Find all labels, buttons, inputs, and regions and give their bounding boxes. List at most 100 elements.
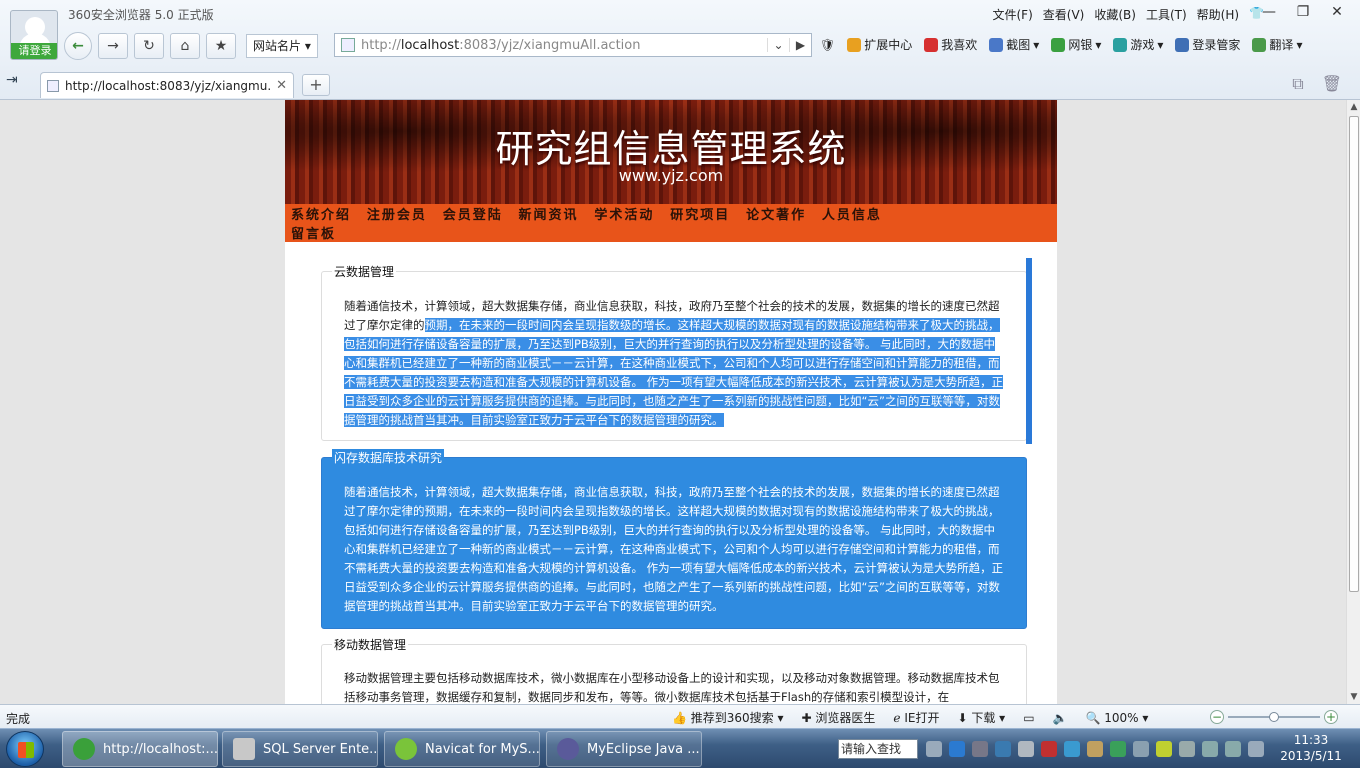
start-button[interactable] <box>6 731 44 767</box>
scroll-down-icon[interactable]: ▼ <box>1347 690 1360 704</box>
zoom-out-icon[interactable]: − <box>1210 710 1224 724</box>
extension-icon <box>847 37 862 52</box>
tab-row: ⇥ http://localhost:8083/yjz/xiangmu... ✕… <box>0 68 1360 98</box>
nav-link-news[interactable]: 新闻资讯 <box>519 208 579 223</box>
shield-icon[interactable]: 🛡 <box>820 38 835 52</box>
scroll-up-icon[interactable]: ▲ <box>1347 100 1360 114</box>
site-title: 研究组信息管理系统 <box>495 127 847 171</box>
site-card-dropdown[interactable]: 网站名片 ▾ <box>246 34 318 58</box>
task-navicat[interactable]: Navicat for MyS... <box>384 731 540 767</box>
url-path: :8083/yjz/xiangmuAll.action <box>459 37 641 53</box>
navigation-row: ← → ↻ ⌂ ★ 网站名片 ▾ <box>64 32 318 60</box>
navicat-app-icon <box>395 738 417 760</box>
mouse-icon[interactable] <box>1018 741 1034 757</box>
tab-active[interactable]: http://localhost:8083/yjz/xiangmu... ✕ <box>40 72 294 98</box>
task-sqlserver[interactable]: SQL Server Ente... <box>222 731 378 767</box>
nav-link-people[interactable]: 人员信息 <box>822 208 882 223</box>
search-icon[interactable] <box>995 741 1011 757</box>
site-card-label: 网站名片 <box>253 39 302 53</box>
task-myeclipse[interactable]: MyEclipse Java ... <box>546 731 702 767</box>
favorites-button[interactable]: ★ <box>206 33 236 59</box>
scroll-thumb[interactable] <box>1349 116 1359 592</box>
toolbar-bank[interactable]: 网银 ▾ <box>1051 36 1101 53</box>
zoom-slider[interactable]: − + <box>1210 710 1338 724</box>
open-in-ie[interactable]: ℯ IE打开 <box>893 709 939 726</box>
nav-link-register[interactable]: 注册会员 <box>367 208 427 223</box>
login-button[interactable]: 请登录 <box>11 43 57 59</box>
url-host: localhost <box>400 37 460 53</box>
translate-icon <box>1252 37 1267 52</box>
home-button[interactable]: ⌂ <box>170 33 200 59</box>
screen-icon[interactable]: ▭ <box>1023 711 1034 725</box>
menu-tools[interactable]: 工具(T) <box>1146 6 1187 23</box>
go-icon[interactable]: ▶ <box>789 38 811 52</box>
trash-icon[interactable]: 🗑 <box>1322 74 1342 94</box>
globe-icon[interactable] <box>1064 741 1080 757</box>
menu-favorites[interactable]: 收藏(B) <box>1094 6 1136 23</box>
myeclipse-app-icon <box>557 738 579 760</box>
nav-link-papers[interactable]: 论文著作 <box>746 208 806 223</box>
toolbar-translate[interactable]: 翻译 ▾ <box>1252 36 1302 53</box>
device-icon[interactable] <box>1179 741 1195 757</box>
refresh-button[interactable]: ↻ <box>134 33 164 59</box>
user-icon[interactable] <box>1087 741 1103 757</box>
zoom-level[interactable]: 🔍 100% ▾ <box>1085 711 1148 725</box>
site-url: www.yjz.com <box>618 166 724 185</box>
menu-file[interactable]: 文件(F) <box>992 6 1032 23</box>
back-button[interactable]: ← <box>64 32 92 60</box>
user-avatar[interactable]: 请登录 <box>10 10 58 60</box>
menu-help[interactable]: 帮助(H) <box>1197 6 1239 23</box>
browser-doctor[interactable]: ✚ 浏览器医生 <box>802 709 876 726</box>
nav-link-login[interactable]: 会员登陆 <box>443 208 503 223</box>
toolbar-games[interactable]: 游戏 ▾ <box>1113 36 1163 53</box>
status-item-label: 浏览器医生 <box>815 711 876 725</box>
address-bar[interactable]: http://localhost:8083/yjz/xiangmuAll.act… <box>334 33 812 57</box>
restore-icon[interactable]: ❐ <box>1290 2 1316 22</box>
nav-link-academic[interactable]: 学术活动 <box>594 208 654 223</box>
heart-icon <box>924 37 939 52</box>
toolbar-label: 游戏 <box>1130 38 1155 52</box>
keyboard-icon[interactable] <box>926 741 942 757</box>
bank-icon <box>1051 37 1066 52</box>
toolbar-login-manager[interactable]: 登录管家 <box>1175 36 1240 53</box>
menu-view[interactable]: 查看(V) <box>1043 6 1085 23</box>
minimize-icon[interactable]: — <box>1256 2 1282 22</box>
flag-icon[interactable] <box>1225 741 1241 757</box>
zoom-knob[interactable] <box>1269 712 1279 722</box>
window-switch-icon[interactable]: ⧉ <box>1292 74 1303 94</box>
clock[interactable]: 11:33 2013/5/11 <box>1276 732 1346 764</box>
tray-search-input[interactable]: 请输入查找 <box>838 739 918 759</box>
vertical-scrollbar[interactable]: ▲ ▼ <box>1346 100 1360 704</box>
network-icon[interactable] <box>972 741 988 757</box>
360-icon[interactable] <box>949 741 965 757</box>
antivirus-icon[interactable] <box>1041 741 1057 757</box>
nav-link-projects[interactable]: 研究项目 <box>670 208 730 223</box>
speaker-icon[interactable] <box>1248 741 1264 757</box>
zoom-in-icon[interactable]: + <box>1324 710 1338 724</box>
section-text-selected: 预期，在未来的一段时间内会呈现指数级的增长。这样超大规模的数据对现有的数据设施结… <box>344 318 1004 427</box>
nav-link-guestbook[interactable]: 留言板 <box>291 227 336 242</box>
umbrella-icon[interactable] <box>1110 741 1126 757</box>
menu-bar: 文件(F) 查看(V) 收藏(B) 工具(T) 帮助(H) 👕 <box>992 6 1264 23</box>
toolbar-like[interactable]: 我喜欢 <box>924 36 977 53</box>
printer-icon[interactable] <box>1133 741 1149 757</box>
volume-icon[interactable]: 🔈 <box>1053 711 1068 725</box>
nav-link-about[interactable]: 系统介绍 <box>291 208 351 223</box>
toolbar-extension-center[interactable]: 扩展中心 <box>847 36 912 53</box>
section-cloud-data: 云数据管理 随着通信技术，计算领域，超大数据集存储，商业信息获取，科技，政府乃至… <box>321 263 1027 441</box>
close-icon[interactable]: ✕ <box>1324 2 1350 22</box>
download-button[interactable]: ⬇ 下载 ▾ <box>957 709 1005 726</box>
task-browser[interactable]: http://localhost:... <box>62 731 218 767</box>
browser-chrome: 请登录 360安全浏览器 5.0 正式版 文件(F) 查看(V) 收藏(B) 工… <box>0 0 1360 100</box>
power-icon[interactable] <box>1202 741 1218 757</box>
new-tab-button[interactable]: + <box>302 74 330 96</box>
toolbar-screenshot[interactable]: 截图 ▾ <box>989 36 1039 53</box>
forward-button[interactable]: → <box>98 33 128 59</box>
recommend-360-search[interactable]: 👍 推荐到360搜索 ▾ <box>672 709 784 726</box>
extension-toolbar: 🛡 扩展中心 我喜欢 截图 ▾ 网银 ▾ 游戏 ▾ 登录管家 翻译 ▾ <box>820 36 1302 53</box>
address-dropdown-icon[interactable]: ⌄ <box>767 38 789 52</box>
address-url[interactable]: http://localhost:8083/yjz/xiangmuAll.act… <box>361 38 767 53</box>
plus-icon[interactable] <box>1156 741 1172 757</box>
sidebar-toggle-icon[interactable]: ⇥ <box>6 72 30 92</box>
tab-close-icon[interactable]: ✕ <box>276 78 287 93</box>
